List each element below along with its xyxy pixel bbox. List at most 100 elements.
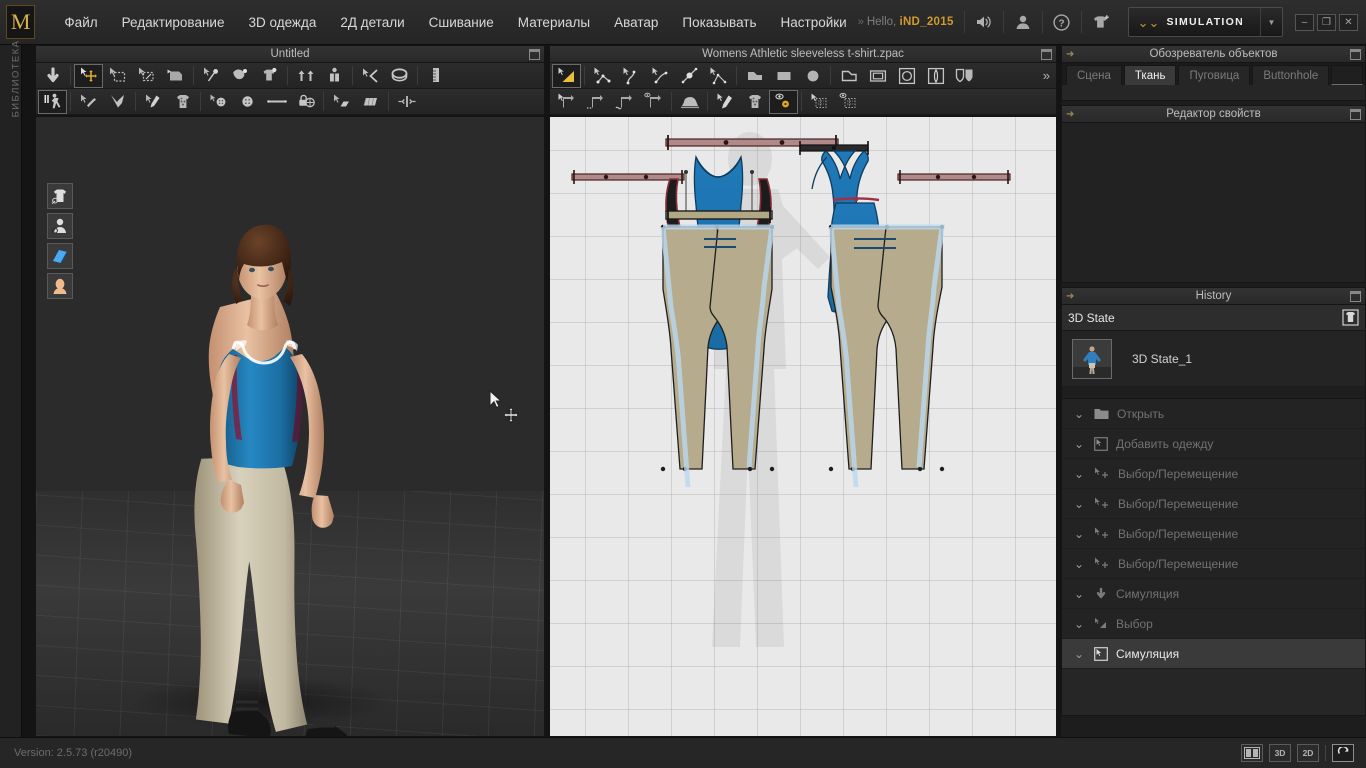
free-sewing-button[interactable]	[610, 90, 639, 114]
menu-settings[interactable]: Настройки	[770, 9, 858, 36]
flatten-garment-button[interactable]	[103, 90, 132, 114]
check-sewing-button[interactable]	[639, 90, 668, 114]
tab-scene[interactable]: Сцена	[1066, 65, 1122, 85]
transform-mesh-button[interactable]	[132, 64, 161, 88]
history-item-simulate-selected[interactable]: ⌄ Симуляция	[1062, 639, 1365, 669]
history-item-simulate-1[interactable]: ⌄ Симуляция	[1062, 579, 1365, 609]
circle-outline-button[interactable]	[892, 64, 921, 88]
property-editor-collapse-icon[interactable]: ➜	[1066, 109, 1074, 120]
history-collapse-icon[interactable]: ➜	[1066, 291, 1074, 302]
tab-buttonhole[interactable]: Buttonhole	[1252, 65, 1330, 85]
save-state-icon[interactable]	[1342, 309, 1359, 326]
menu-file[interactable]: Файл	[53, 9, 108, 36]
plane-tool-button[interactable]	[356, 90, 385, 114]
menu-2d-pattern[interactable]: 2Д детали	[329, 9, 415, 36]
select-move-tool-button[interactable]	[74, 63, 103, 88]
ruler-tape-button[interactable]	[421, 64, 450, 88]
garment-visibility-icon[interactable]	[47, 183, 73, 209]
iron-fold-button[interactable]	[675, 90, 704, 114]
split-view-button[interactable]	[1241, 744, 1263, 762]
edit-curve-point-button[interactable]	[588, 64, 617, 88]
show-garment-arrange-button[interactable]	[291, 64, 320, 88]
add-button-tool-button[interactable]	[204, 90, 233, 114]
tab-fabric[interactable]: Ткань	[1123, 65, 1177, 85]
lock-fabric-button[interactable]	[291, 90, 320, 114]
history-popout-icon[interactable]	[1350, 291, 1361, 302]
tack-garment-button[interactable]	[226, 64, 255, 88]
close-button[interactable]: ✕	[1339, 13, 1358, 31]
expand-chevron-icon[interactable]: ⌄	[1072, 498, 1086, 510]
expand-chevron-icon[interactable]: »	[858, 16, 864, 28]
panel-3d-popout-icon[interactable]	[529, 49, 540, 60]
simulate-button[interactable]	[38, 64, 67, 88]
expand-chevron-icon[interactable]: ⌄	[1072, 588, 1086, 600]
view-2d-button[interactable]: 2D	[1297, 744, 1319, 762]
user-account-icon[interactable]	[1004, 7, 1042, 37]
edit-curvature-button[interactable]	[617, 64, 646, 88]
history-item-open[interactable]: ⌄ Открыть	[1062, 399, 1365, 429]
history-item-select-move-4[interactable]: ⌄ Выбор/Перемещение	[1062, 549, 1365, 579]
property-editor-body[interactable]	[1061, 123, 1366, 283]
texture-garment-button[interactable]	[168, 90, 197, 114]
minimize-button[interactable]: –	[1295, 13, 1314, 31]
edit-fabric-tool-button[interactable]	[74, 90, 103, 114]
expand-chevron-icon[interactable]: ⌄	[1072, 468, 1086, 480]
measure-circumference-button[interactable]	[385, 64, 414, 88]
measure-angle-button[interactable]	[356, 64, 385, 88]
panel-2d-popout-icon[interactable]	[1041, 49, 1052, 60]
polygon-outline-button[interactable]	[834, 64, 863, 88]
expand-chevron-icon[interactable]: ⌄	[1072, 618, 1086, 630]
select-mesh-2d-button[interactable]	[805, 90, 834, 114]
restore-button[interactable]: ❐	[1317, 13, 1336, 31]
library-rail[interactable]: БИБЛИОТЕКА	[0, 40, 22, 745]
help-icon[interactable]: ?	[1043, 7, 1081, 37]
edit-polygon-button[interactable]	[704, 64, 733, 88]
skin-face-icon[interactable]	[47, 273, 73, 299]
menu-3d-garment[interactable]: 3D одежда	[237, 9, 327, 36]
add-point-split-button[interactable]	[675, 64, 704, 88]
history-item-select-move-3[interactable]: ⌄ Выбор/Перемещение	[1062, 519, 1365, 549]
dart-shape-button[interactable]	[921, 64, 950, 88]
edit-pattern-tool-button[interactable]	[552, 63, 581, 88]
history-item-add-garment[interactable]: ⌄ Добавить одежду	[1062, 429, 1365, 459]
symmetry-tool-button[interactable]	[392, 90, 421, 114]
fabric-texture-2d-button[interactable]	[740, 90, 769, 114]
viewport-3d[interactable]	[35, 116, 545, 737]
expand-chevron-icon[interactable]: ⌄	[1072, 438, 1086, 450]
show-2d-arrangement-button[interactable]	[769, 89, 798, 114]
circle-fill-button[interactable]	[798, 64, 827, 88]
expand-chevron-icon[interactable]: ⌄	[1072, 528, 1086, 540]
segment-sewing-button[interactable]	[581, 90, 610, 114]
toolbar-2d-overflow-icon[interactable]: »	[1043, 68, 1056, 83]
history-item-select-move-2[interactable]: ⌄ Выбор/Перемещение	[1062, 489, 1365, 519]
object-browser-body[interactable]	[1061, 85, 1366, 101]
object-browser-popout-icon[interactable]	[1350, 49, 1361, 60]
rectangle-outline-button[interactable]	[863, 64, 892, 88]
polygon-shape-button[interactable]	[740, 64, 769, 88]
button-icon-button[interactable]	[233, 90, 262, 114]
menu-edit[interactable]: Редактирование	[111, 9, 236, 36]
zipper-line-button[interactable]	[262, 90, 291, 114]
expand-chevron-icon[interactable]: ⌄	[1072, 648, 1086, 660]
fold-arrange-button[interactable]	[161, 64, 190, 88]
rectangle-fill-button[interactable]	[769, 64, 798, 88]
history-state-item[interactable]: 3D State_1	[1062, 331, 1365, 387]
viewport-2d[interactable]	[549, 116, 1057, 737]
simulation-mode-button[interactable]: ⌄⌄ SIMULATION ▼	[1127, 7, 1283, 37]
sync-button[interactable]	[1332, 744, 1354, 762]
property-editor-popout-icon[interactable]	[1350, 109, 1361, 120]
pin-on-garment-button[interactable]	[255, 64, 284, 88]
expand-chevron-icon[interactable]: ⌄	[1072, 558, 1086, 570]
fabric-book-icon[interactable]	[47, 243, 73, 269]
pen-trace-button[interactable]	[139, 90, 168, 114]
arrange-dress-form-button[interactable]	[320, 64, 349, 88]
menu-avatar[interactable]: Аватар	[603, 9, 669, 36]
edit-sewing-line-button[interactable]	[552, 90, 581, 114]
object-browser-collapse-icon[interactable]: ➜	[1066, 49, 1074, 60]
select-plane-button[interactable]	[327, 90, 356, 114]
view-3d-button[interactable]: 3D	[1269, 744, 1291, 762]
avatar-pose-button[interactable]	[38, 89, 67, 114]
sound-icon[interactable]	[965, 7, 1003, 37]
avatar-visibility-icon[interactable]	[47, 213, 73, 239]
simulation-dropdown-icon[interactable]: ▼	[1260, 8, 1282, 36]
